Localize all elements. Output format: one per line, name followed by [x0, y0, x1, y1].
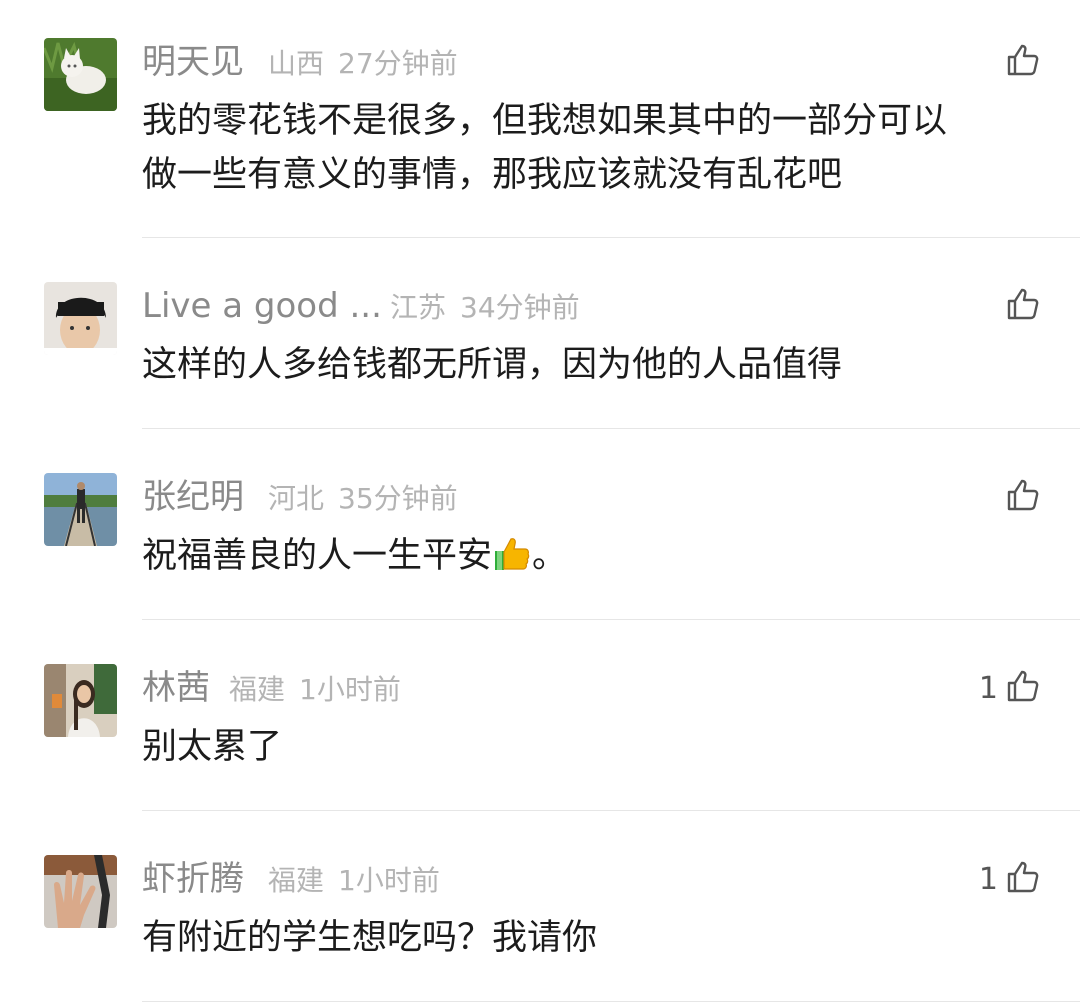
like-count: 1	[978, 670, 998, 706]
like-button[interactable]	[998, 38, 1040, 86]
user-avatar[interactable]	[44, 38, 117, 111]
comment-text-line: 祝福善良的人一生平安	[142, 536, 493, 576]
divider	[142, 1001, 1080, 1002]
username[interactable]: 张纪明	[142, 473, 244, 521]
thumbs-up-outline-icon	[1006, 43, 1040, 81]
comment-text-line: 别太累了	[142, 727, 283, 767]
thumbs-up-emoji	[492, 533, 532, 589]
timestamp: 35分钟前	[338, 482, 458, 515]
thumbs-up-outline-icon	[1006, 287, 1040, 325]
divider	[142, 428, 1080, 429]
username[interactable]: 虾折腾	[142, 855, 244, 903]
user-avatar[interactable]	[44, 664, 117, 737]
location: 河北	[268, 482, 325, 515]
username[interactable]: Live a good ...	[142, 282, 382, 330]
comment-text-line: 这样的人多给钱都无所谓，因为他的人品值得	[142, 345, 843, 385]
comment-text: 别太累了	[142, 720, 1042, 774]
comment-text-line: 我的零花钱不是很多，但我想如果其中的一部分可以	[142, 101, 948, 141]
comment-text-line: 有附近的学生想吃吗？我请你	[142, 918, 598, 958]
divider	[142, 237, 1080, 238]
comment-text: 祝福善良的人一生平安。	[142, 529, 1042, 589]
location: 福建	[229, 673, 286, 706]
location: 山西	[268, 47, 325, 80]
like-button[interactable]	[998, 282, 1040, 330]
like-button[interactable]: 1	[979, 664, 1040, 712]
divider	[142, 619, 1080, 620]
comment-text-line: 做一些有意义的事情，那我应该就没有乱花吧	[142, 155, 843, 195]
location: 江苏	[390, 291, 447, 324]
username[interactable]: 明天见	[142, 38, 244, 86]
comment-text: 我的零花钱不是很多，但我想如果其中的一部分可以 做一些有意义的事情，那我应该就没…	[142, 94, 1042, 202]
like-button[interactable]	[998, 473, 1040, 521]
location: 福建	[268, 864, 325, 897]
like-button[interactable]: 1	[979, 855, 1040, 903]
timestamp: 1小时前	[299, 673, 401, 706]
thumbs-up-outline-icon	[1006, 860, 1040, 898]
timestamp: 27分钟前	[338, 47, 458, 80]
user-avatar[interactable]	[44, 473, 117, 546]
comment-text: 有附近的学生想吃吗？我请你	[142, 911, 1042, 965]
timestamp: 34分钟前	[460, 291, 580, 324]
username[interactable]: 林茜	[142, 664, 210, 712]
timestamp: 1小时前	[338, 864, 440, 897]
thumbs-up-outline-icon	[1006, 669, 1040, 707]
like-count: 1	[978, 861, 998, 897]
divider	[142, 810, 1080, 811]
comment-text-line: 。	[532, 536, 568, 576]
user-avatar[interactable]	[44, 855, 117, 928]
thumbs-up-outline-icon	[1006, 478, 1040, 516]
comment-text: 这样的人多给钱都无所谓，因为他的人品值得	[142, 338, 1042, 392]
user-avatar[interactable]	[44, 282, 117, 355]
